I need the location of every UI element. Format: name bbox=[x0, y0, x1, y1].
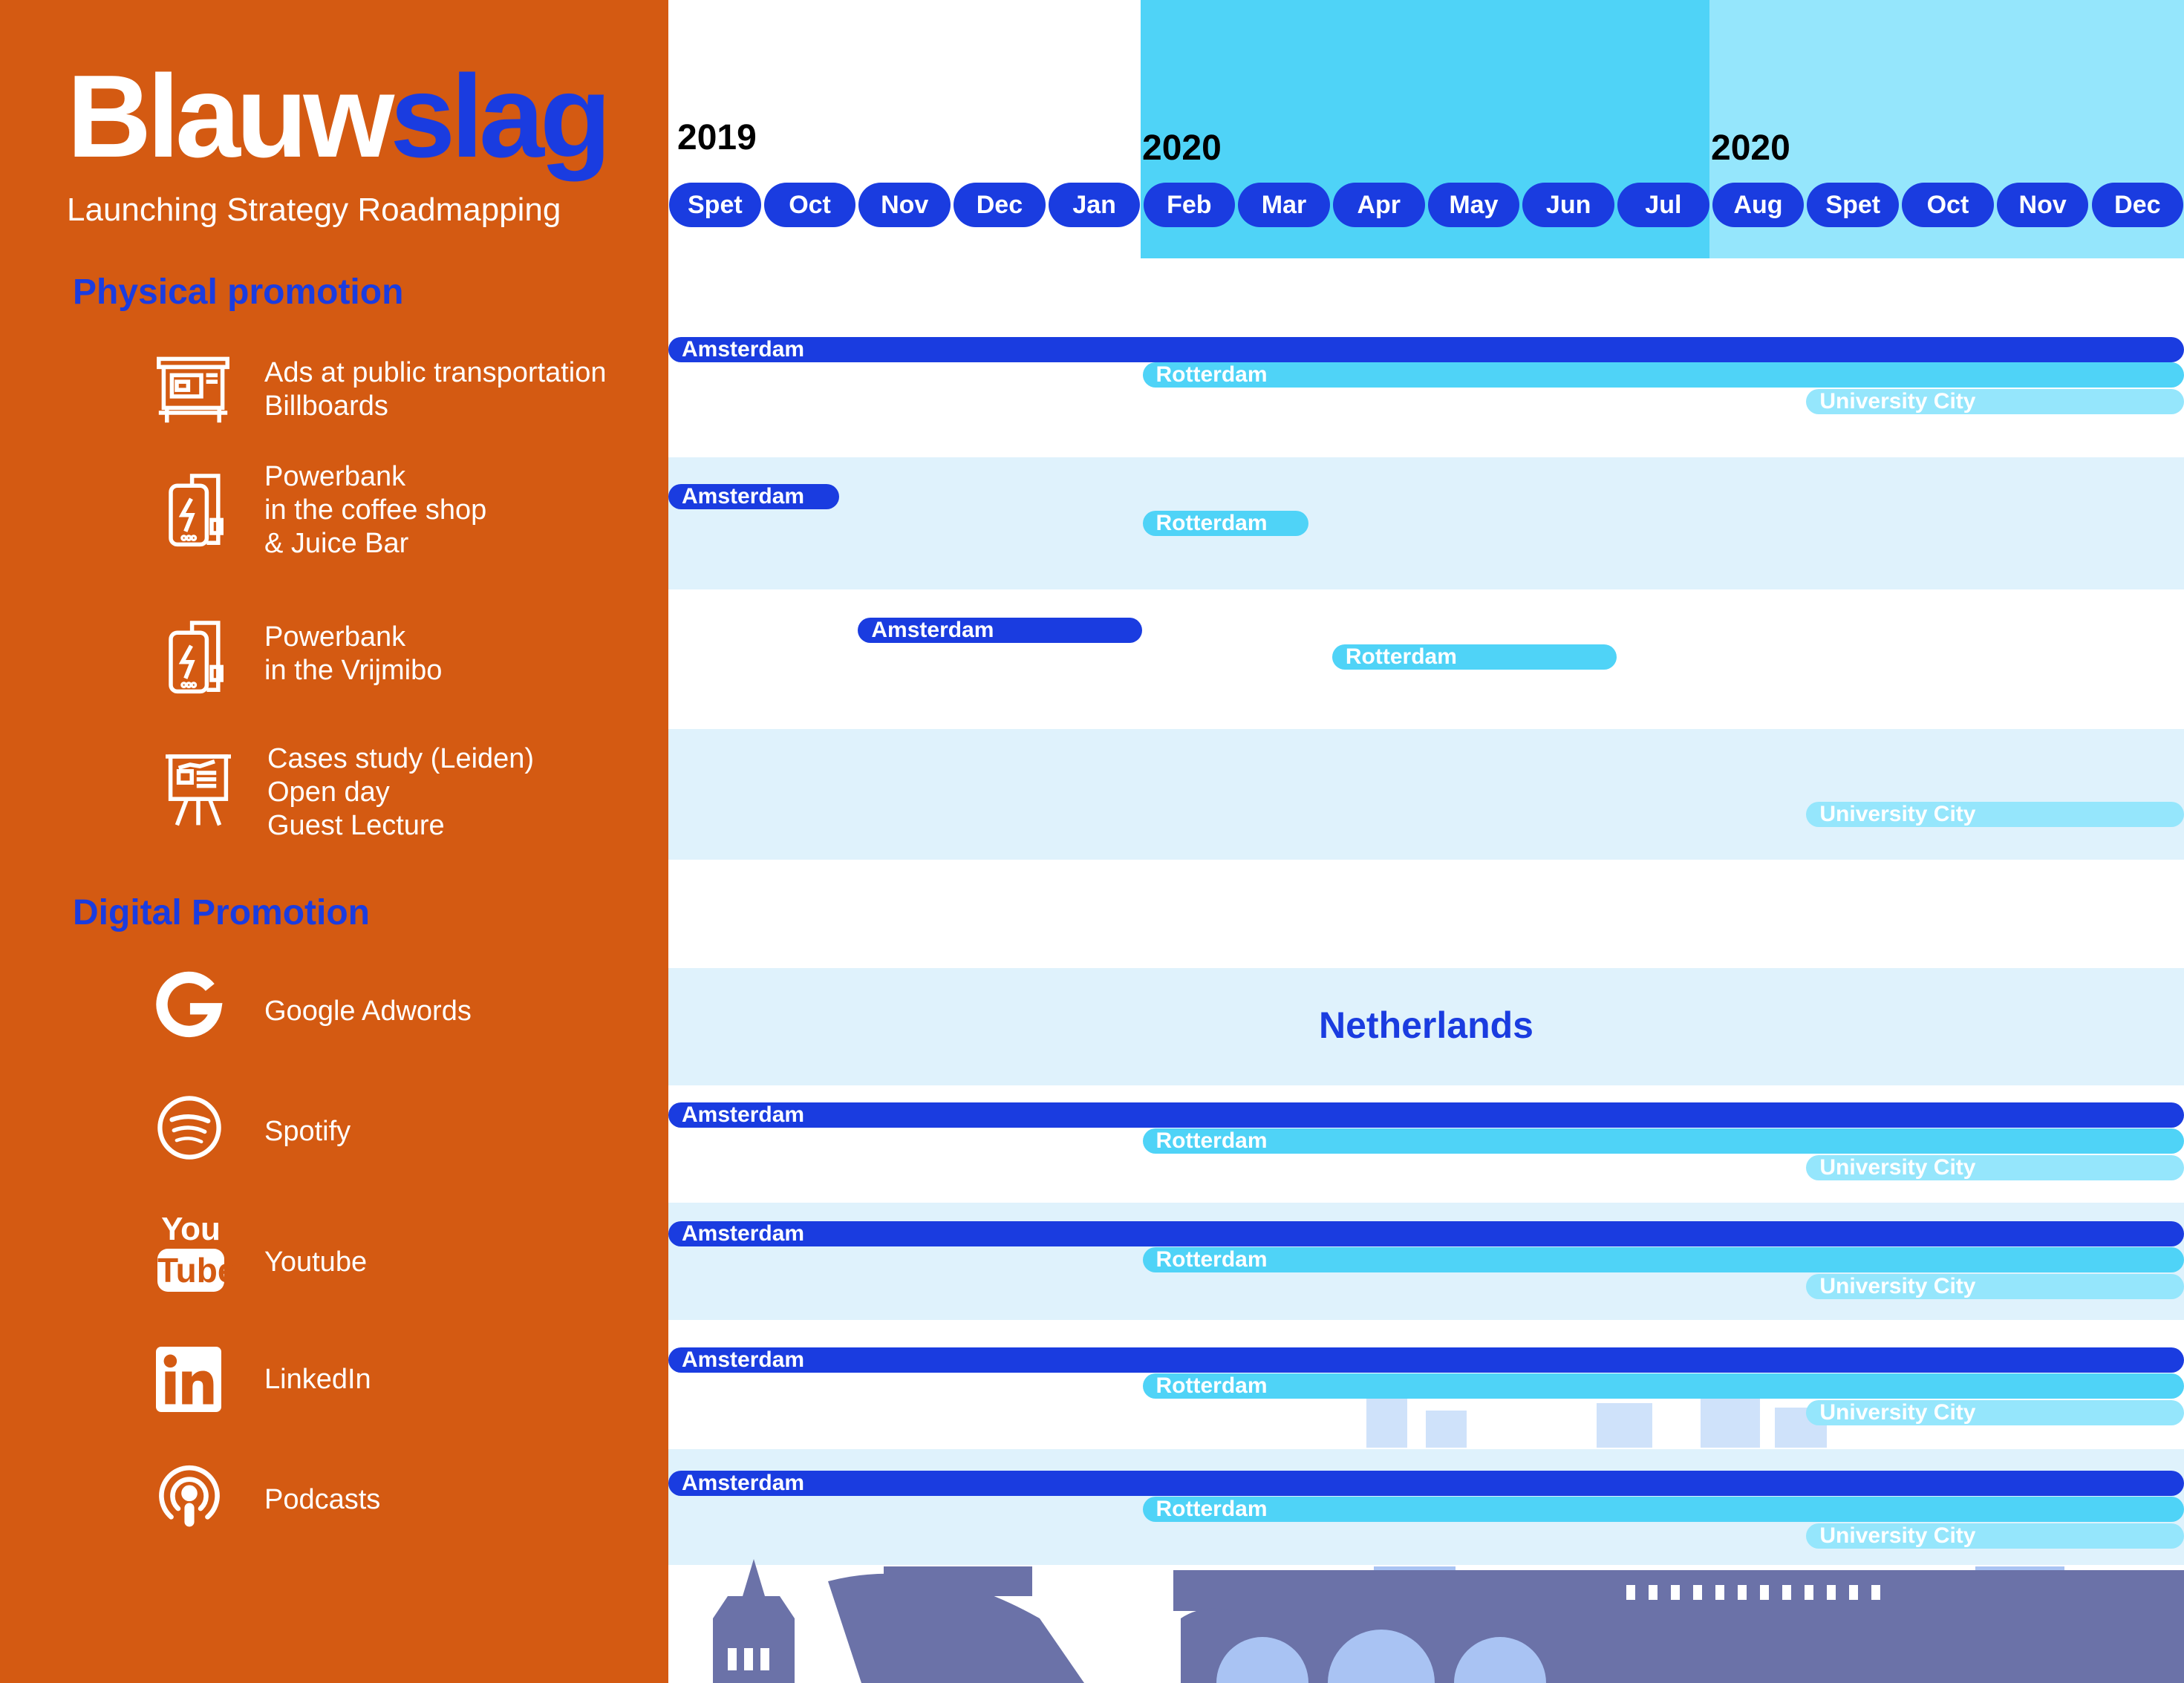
month-pill: Jan bbox=[1048, 183, 1141, 227]
item-label-line: Ads at public transportation bbox=[264, 357, 607, 388]
timeline-bar-spotify-university-city: University City bbox=[1806, 1155, 2184, 1180]
timeline-bar-spotify-rotterdam: Rotterdam bbox=[1142, 1128, 2184, 1154]
month-pill: Apr bbox=[1332, 183, 1425, 227]
timeline-bar-podcasts-university-city: University City bbox=[1806, 1523, 2184, 1549]
item-label-spotify: Spotify bbox=[264, 1116, 351, 1147]
timeline-bar-ads-public-transport-rotterdam: Rotterdam bbox=[1142, 362, 2184, 388]
timeline-bar-linkedin-university-city: University City bbox=[1806, 1400, 2184, 1425]
month-pill: Oct bbox=[1902, 183, 1994, 227]
brand-subtitle: Launching Strategy Roadmapping bbox=[67, 192, 561, 228]
timeline-bar-powerbank-vrijmibo-rotterdam: Rotterdam bbox=[1331, 644, 1617, 670]
brand-title-blue: slag bbox=[390, 51, 611, 182]
section-heading-digital: Digital Promotion bbox=[73, 893, 370, 932]
bus-stop-billboard-icon bbox=[152, 347, 234, 429]
item-label-youtube: Youtube bbox=[264, 1246, 368, 1278]
month-pill: Aug bbox=[1712, 183, 1805, 227]
sidebar: Blauwslag Launching Strategy Roadmapping… bbox=[0, 0, 668, 1683]
item-label-line: Billboards bbox=[264, 390, 388, 422]
month-pill: Spet bbox=[669, 183, 761, 227]
brand-logo: Blauwslag bbox=[67, 58, 611, 175]
powerbank-icon bbox=[154, 468, 236, 549]
item-label-linkedin: LinkedIn bbox=[264, 1364, 371, 1395]
brand-title-white: Blauw bbox=[67, 51, 394, 182]
section-heading-physical: Physical promotion bbox=[73, 272, 404, 312]
month-pill: Nov bbox=[1996, 183, 2089, 227]
item-label-powerbank-vrijmibo: Powerbank in the Vrijmibo bbox=[264, 621, 442, 687]
item-label-line: Powerbank bbox=[264, 621, 406, 653]
timeline-bar-ads-public-transport-amsterdam: Amsterdam bbox=[668, 337, 2184, 362]
timeline-bar-youtube-rotterdam: Rotterdam bbox=[1142, 1247, 2184, 1272]
youtube-icon: You Tube bbox=[157, 1211, 236, 1295]
google-icon bbox=[153, 969, 224, 1040]
linkedin-icon bbox=[156, 1347, 221, 1412]
row-bg-powerbank-coffee bbox=[668, 457, 2184, 589]
month-pill: Mar bbox=[1238, 183, 1330, 227]
timeline-bar-spotify-amsterdam: Amsterdam bbox=[668, 1102, 2184, 1128]
item-label-line: & Juice Bar bbox=[264, 528, 409, 559]
month-pill: Spet bbox=[1807, 183, 1900, 227]
item-label-line: Cases study (Leiden) bbox=[267, 743, 535, 774]
item-label-google: Google Adwords bbox=[264, 996, 472, 1027]
item-label-line: in the Vrijmibo bbox=[264, 655, 443, 686]
item-label-line: Open day bbox=[267, 777, 390, 808]
youtube-you-text: You bbox=[161, 1211, 221, 1247]
timeline-bar-powerbank-coffee-rotterdam: Rotterdam bbox=[1142, 511, 1308, 536]
row-bg-case-study bbox=[668, 729, 2184, 860]
item-label-line: in the coffee shop bbox=[264, 494, 487, 526]
item-label-ads: Ads at public transportation Billboards bbox=[264, 356, 607, 423]
month-pill: Nov bbox=[858, 183, 951, 227]
month-pill: Jul bbox=[1617, 183, 1709, 227]
timeline-bar-ads-public-transport-university-city: University City bbox=[1806, 389, 2184, 414]
timeline-bar-linkedin-amsterdam: Amsterdam bbox=[668, 1347, 2184, 1373]
year-label-2020: 2020 bbox=[1142, 128, 1222, 168]
timeline-bar-case-study-university-city: University City bbox=[1806, 802, 2184, 827]
item-label-case-study: Cases study (Leiden) Open day Guest Lect… bbox=[267, 742, 534, 843]
month-pill: Dec bbox=[2091, 183, 2184, 227]
spotify-icon bbox=[156, 1094, 223, 1161]
month-pill: May bbox=[1427, 183, 1520, 227]
month-pill: Dec bbox=[954, 183, 1046, 227]
podcast-icon bbox=[154, 1463, 224, 1532]
presentation-board-icon bbox=[157, 748, 239, 830]
timeline-bar-powerbank-coffee-amsterdam: Amsterdam bbox=[668, 484, 839, 509]
month-pill: Feb bbox=[1143, 183, 1236, 227]
youtube-tube-text: Tube bbox=[157, 1249, 236, 1292]
timeline-bar-youtube-university-city: University City bbox=[1806, 1274, 2184, 1299]
powerbank-icon bbox=[154, 615, 236, 696]
timeline-bar-youtube-amsterdam: Amsterdam bbox=[668, 1221, 2184, 1246]
item-label-podcasts: Podcasts bbox=[264, 1484, 381, 1515]
timeline-bar-podcasts-rotterdam: Rotterdam bbox=[1142, 1497, 2184, 1522]
month-pill: Jun bbox=[1522, 183, 1614, 227]
item-label-powerbank-coffee: Powerbank in the coffee shop & Juice Bar bbox=[264, 460, 486, 561]
netherlands-label: Netherlands bbox=[1319, 1004, 1533, 1046]
year-label-2020-second: 2020 bbox=[1711, 128, 1790, 168]
item-label-line: Guest Lecture bbox=[267, 810, 445, 841]
timeline-bar-podcasts-amsterdam: Amsterdam bbox=[668, 1471, 2184, 1496]
year-label-2019: 2019 bbox=[677, 118, 757, 157]
item-label-line: Powerbank bbox=[264, 461, 406, 492]
month-pill: Oct bbox=[763, 183, 856, 227]
timeline-bar-powerbank-vrijmibo-amsterdam: Amsterdam bbox=[858, 618, 1143, 643]
timeline-bar-linkedin-rotterdam: Rotterdam bbox=[1142, 1373, 2184, 1399]
